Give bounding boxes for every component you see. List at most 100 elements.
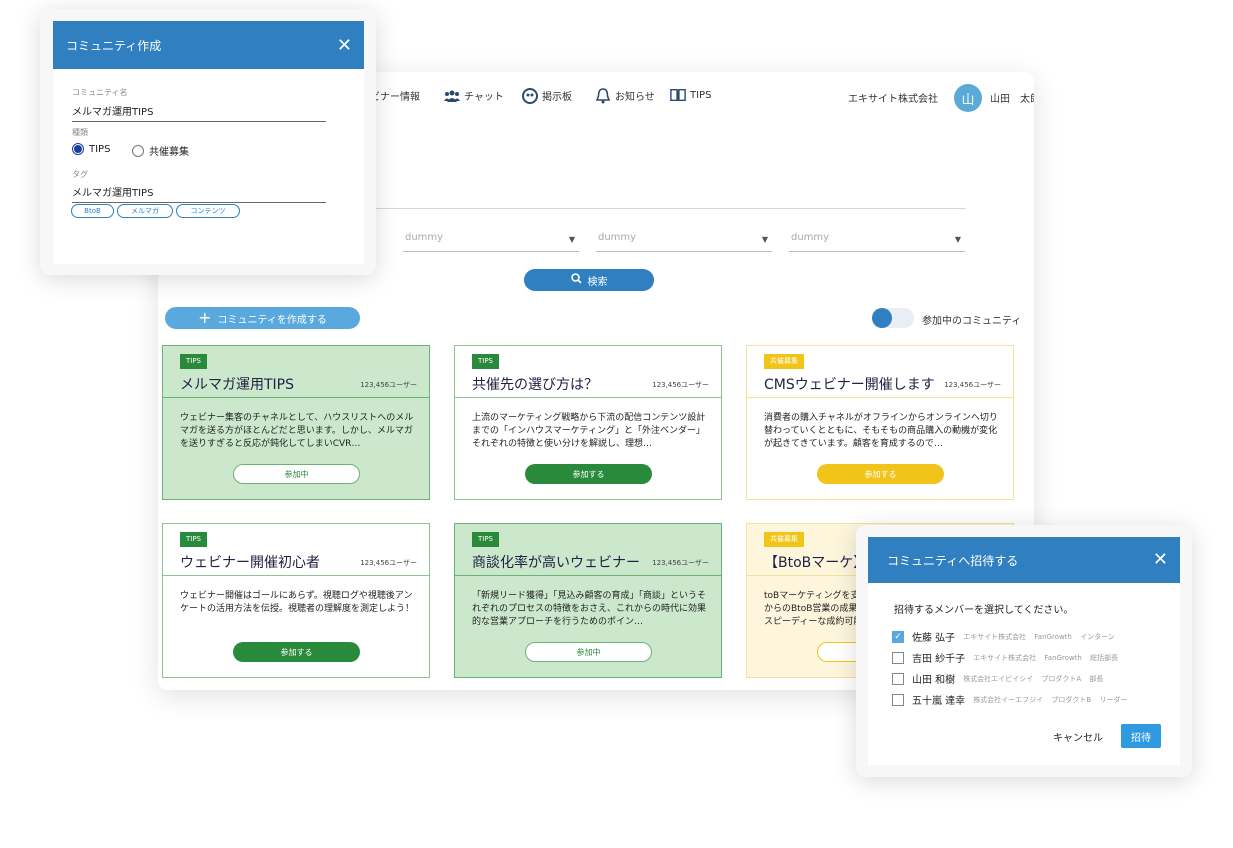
create-community-button[interactable]: + コミュニティを作成する bbox=[165, 307, 360, 329]
checkbox-icon[interactable] bbox=[892, 672, 904, 685]
card-member-count: 123,456ユーザー bbox=[360, 381, 417, 389]
joined-only-toggle[interactable] bbox=[872, 308, 914, 328]
card-title: ウェビナー開催初心者 bbox=[180, 555, 320, 571]
user-name[interactable]: 山田 太郎 bbox=[990, 90, 1034, 105]
card-join-button[interactable]: 参加する bbox=[233, 642, 360, 662]
card-title: 【BtoBマーケ】 bbox=[764, 555, 868, 571]
card-member-count: 123,456ユーザー bbox=[360, 559, 417, 567]
card-joined-button[interactable]: 参加中 bbox=[233, 464, 360, 484]
nav-notifications[interactable]: お知らせ bbox=[595, 87, 655, 103]
modal-title: コミュニティ作成 bbox=[66, 38, 162, 53]
tag-label: タグ bbox=[72, 170, 88, 179]
company-name: エキサイト株式会社 bbox=[848, 94, 938, 105]
card-description: 上流のマーケティング戦略から下流の配信コンテンツ設計までの「インハウスマーケティ… bbox=[472, 413, 706, 449]
modal-header: コミュニティへ招待する ✕ bbox=[868, 537, 1180, 583]
card-divider bbox=[747, 397, 1013, 398]
card-joined-button[interactable]: 参加中 bbox=[525, 642, 652, 662]
community-card[interactable]: 共催募集 CMSウェビナー開催します 123,456ユーザー 消費者の購入チャネ… bbox=[746, 345, 1014, 500]
bell-icon bbox=[595, 87, 611, 103]
card-tag: 共催募集 bbox=[764, 532, 804, 547]
modal-body: 招待するメンバーを選択してください。 ✓ 佐藤 弘子 エキサイト株式会社 Fan… bbox=[868, 583, 1180, 765]
close-icon[interactable]: ✕ bbox=[1153, 549, 1168, 570]
search-icon bbox=[570, 273, 582, 287]
people-icon bbox=[444, 89, 460, 103]
card-member-count: 123,456ユーザー bbox=[944, 381, 1001, 389]
member-name: 五十嵐 達幸 bbox=[912, 696, 966, 707]
member-row[interactable]: 吉田 紗千子 エキサイト株式会社 FanGrowth 総括部長 bbox=[892, 650, 1118, 665]
type-label: 種類 bbox=[72, 128, 88, 137]
type-radio-cohost[interactable]: 共催募集 bbox=[132, 143, 189, 158]
checkbox-checked-icon[interactable]: ✓ bbox=[892, 630, 904, 643]
invite-modal: コミュニティへ招待する ✕ 招待するメンバーを選択してください。 ✓ 佐藤 弘子… bbox=[856, 525, 1192, 777]
invite-prompt: 招待するメンバーを選択してください。 bbox=[894, 605, 1074, 616]
filter-select-2[interactable]: dummy ▼ bbox=[596, 232, 772, 252]
card-divider bbox=[455, 397, 721, 398]
chevron-down-icon: ▼ bbox=[954, 235, 961, 244]
member-meta: エキサイト株式会社 FanGrowth 総括部長 bbox=[973, 653, 1119, 662]
invite-button[interactable]: 招待 bbox=[1121, 724, 1161, 748]
filter-select-3[interactable]: dummy ▼ bbox=[789, 232, 965, 252]
card-title: CMSウェビナー開催します bbox=[764, 377, 935, 393]
card-tag: TIPS bbox=[180, 354, 208, 369]
community-card[interactable]: TIPS 共催先の選び方は？ 123,456ユーザー 上流のマーケティング戦略か… bbox=[454, 345, 722, 500]
member-row[interactable]: 山田 和樹 株式会社エイビイシイ プロダクトA 部長 bbox=[892, 671, 1103, 686]
nav-board[interactable]: 掲示板 bbox=[522, 87, 572, 104]
radio-unselected-icon bbox=[132, 144, 144, 157]
checkbox-icon[interactable] bbox=[892, 693, 904, 706]
create-community-modal: コミュニティ作成 ✕ コミュニティ名 メルマガ運用TIPS 種類 TIPS 共催… bbox=[40, 9, 376, 275]
tag-chip[interactable]: メルマガ bbox=[117, 204, 173, 218]
name-label: コミュニティ名 bbox=[72, 88, 128, 97]
community-name-input[interactable]: メルマガ運用TIPS bbox=[72, 103, 326, 122]
nav-chat[interactable]: チャット bbox=[444, 88, 504, 103]
chevron-down-icon: ▼ bbox=[568, 235, 575, 244]
member-meta: 株式会社エイビイシイ プロダクトA 部長 bbox=[963, 674, 1104, 683]
search-button[interactable]: 検索 bbox=[524, 269, 654, 291]
card-tag: TIPS bbox=[472, 354, 500, 369]
card-divider bbox=[163, 397, 429, 398]
card-description: ウェビナー集客のチャネルとして、ハウスリストへのメルマガを送る方がほとんどだと思… bbox=[180, 413, 414, 449]
community-card[interactable]: TIPS ウェビナー開催初心者 123,456ユーザー ウェビナー開催はゴールに… bbox=[162, 523, 430, 678]
card-divider bbox=[455, 575, 721, 576]
toggle-label: 参加中のコミュニティ bbox=[922, 316, 1022, 327]
card-member-count: 123,456ユーザー bbox=[652, 381, 709, 389]
community-card[interactable]: TIPS 商談化率が高いウェビナー 123,456ユーザー 「新規リード獲得」「… bbox=[454, 523, 722, 678]
member-row[interactable]: ✓ 佐藤 弘子 エキサイト株式会社 FanGrowth インターン bbox=[892, 629, 1115, 644]
card-description: ウェビナー開催はゴールにあらず。視聴ログや視聴後アンケートの活用方法を伝授。視聴… bbox=[180, 591, 415, 614]
filter-select-1[interactable]: dummy ▼ bbox=[403, 232, 579, 252]
type-radio-tips[interactable]: TIPS bbox=[72, 143, 110, 155]
card-divider bbox=[163, 575, 429, 576]
nav-tips[interactable]: TIPS bbox=[670, 88, 711, 102]
card-title: 商談化率が高いウェビナー bbox=[472, 555, 640, 571]
card-join-button[interactable]: 参加する bbox=[525, 464, 652, 484]
checkbox-icon[interactable] bbox=[892, 651, 904, 664]
radio-selected-icon bbox=[72, 143, 84, 155]
card-description: 消費者の購入チャネルがオフラインからオンラインへ切り替わっていくとともに、そもそ… bbox=[764, 413, 998, 449]
community-card[interactable]: TIPS メルマガ運用TIPS 123,456ユーザー ウェビナー集客のチャネル… bbox=[162, 345, 430, 500]
card-title: メルマガ運用TIPS bbox=[180, 377, 295, 393]
member-name: 山田 和樹 bbox=[912, 675, 956, 686]
card-tag: 共催募集 bbox=[764, 354, 804, 369]
card-tag: TIPS bbox=[472, 532, 500, 547]
avatar[interactable]: 山 bbox=[954, 84, 982, 112]
tag-chip[interactable]: コンテンツ bbox=[176, 204, 240, 218]
member-name: 吉田 紗千子 bbox=[912, 654, 966, 665]
member-meta: エキサイト株式会社 FanGrowth インターン bbox=[963, 632, 1115, 641]
modal-title: コミュニティへ招待する bbox=[887, 553, 1019, 568]
member-row[interactable]: 五十嵐 達幸 株式会社イーエフジイ プロダクトB リーダー bbox=[892, 692, 1127, 707]
member-meta: 株式会社イーエフジイ プロダクトB リーダー bbox=[973, 695, 1128, 704]
close-icon[interactable]: ✕ bbox=[337, 35, 352, 56]
card-join-button[interactable]: 参加する bbox=[817, 464, 944, 484]
cancel-button[interactable]: キャンセル bbox=[1053, 729, 1103, 744]
tag-input[interactable]: メルマガ運用TIPS bbox=[72, 184, 326, 203]
card-tag: TIPS bbox=[180, 532, 208, 547]
plus-icon: + bbox=[198, 308, 212, 327]
member-name: 佐藤 弘子 bbox=[912, 633, 956, 644]
card-title: 共催先の選び方は？ bbox=[472, 377, 598, 393]
toggle-knob bbox=[872, 308, 892, 328]
modal-body: コミュニティ名 メルマガ運用TIPS 種類 TIPS 共催募集 タグ メルマガ運… bbox=[53, 69, 364, 264]
chevron-down-icon: ▼ bbox=[761, 235, 768, 244]
board-icon bbox=[522, 87, 538, 104]
tag-chip[interactable]: BtoB bbox=[71, 204, 114, 218]
book-icon bbox=[670, 88, 686, 102]
card-member-count: 123,456ユーザー bbox=[652, 559, 709, 567]
